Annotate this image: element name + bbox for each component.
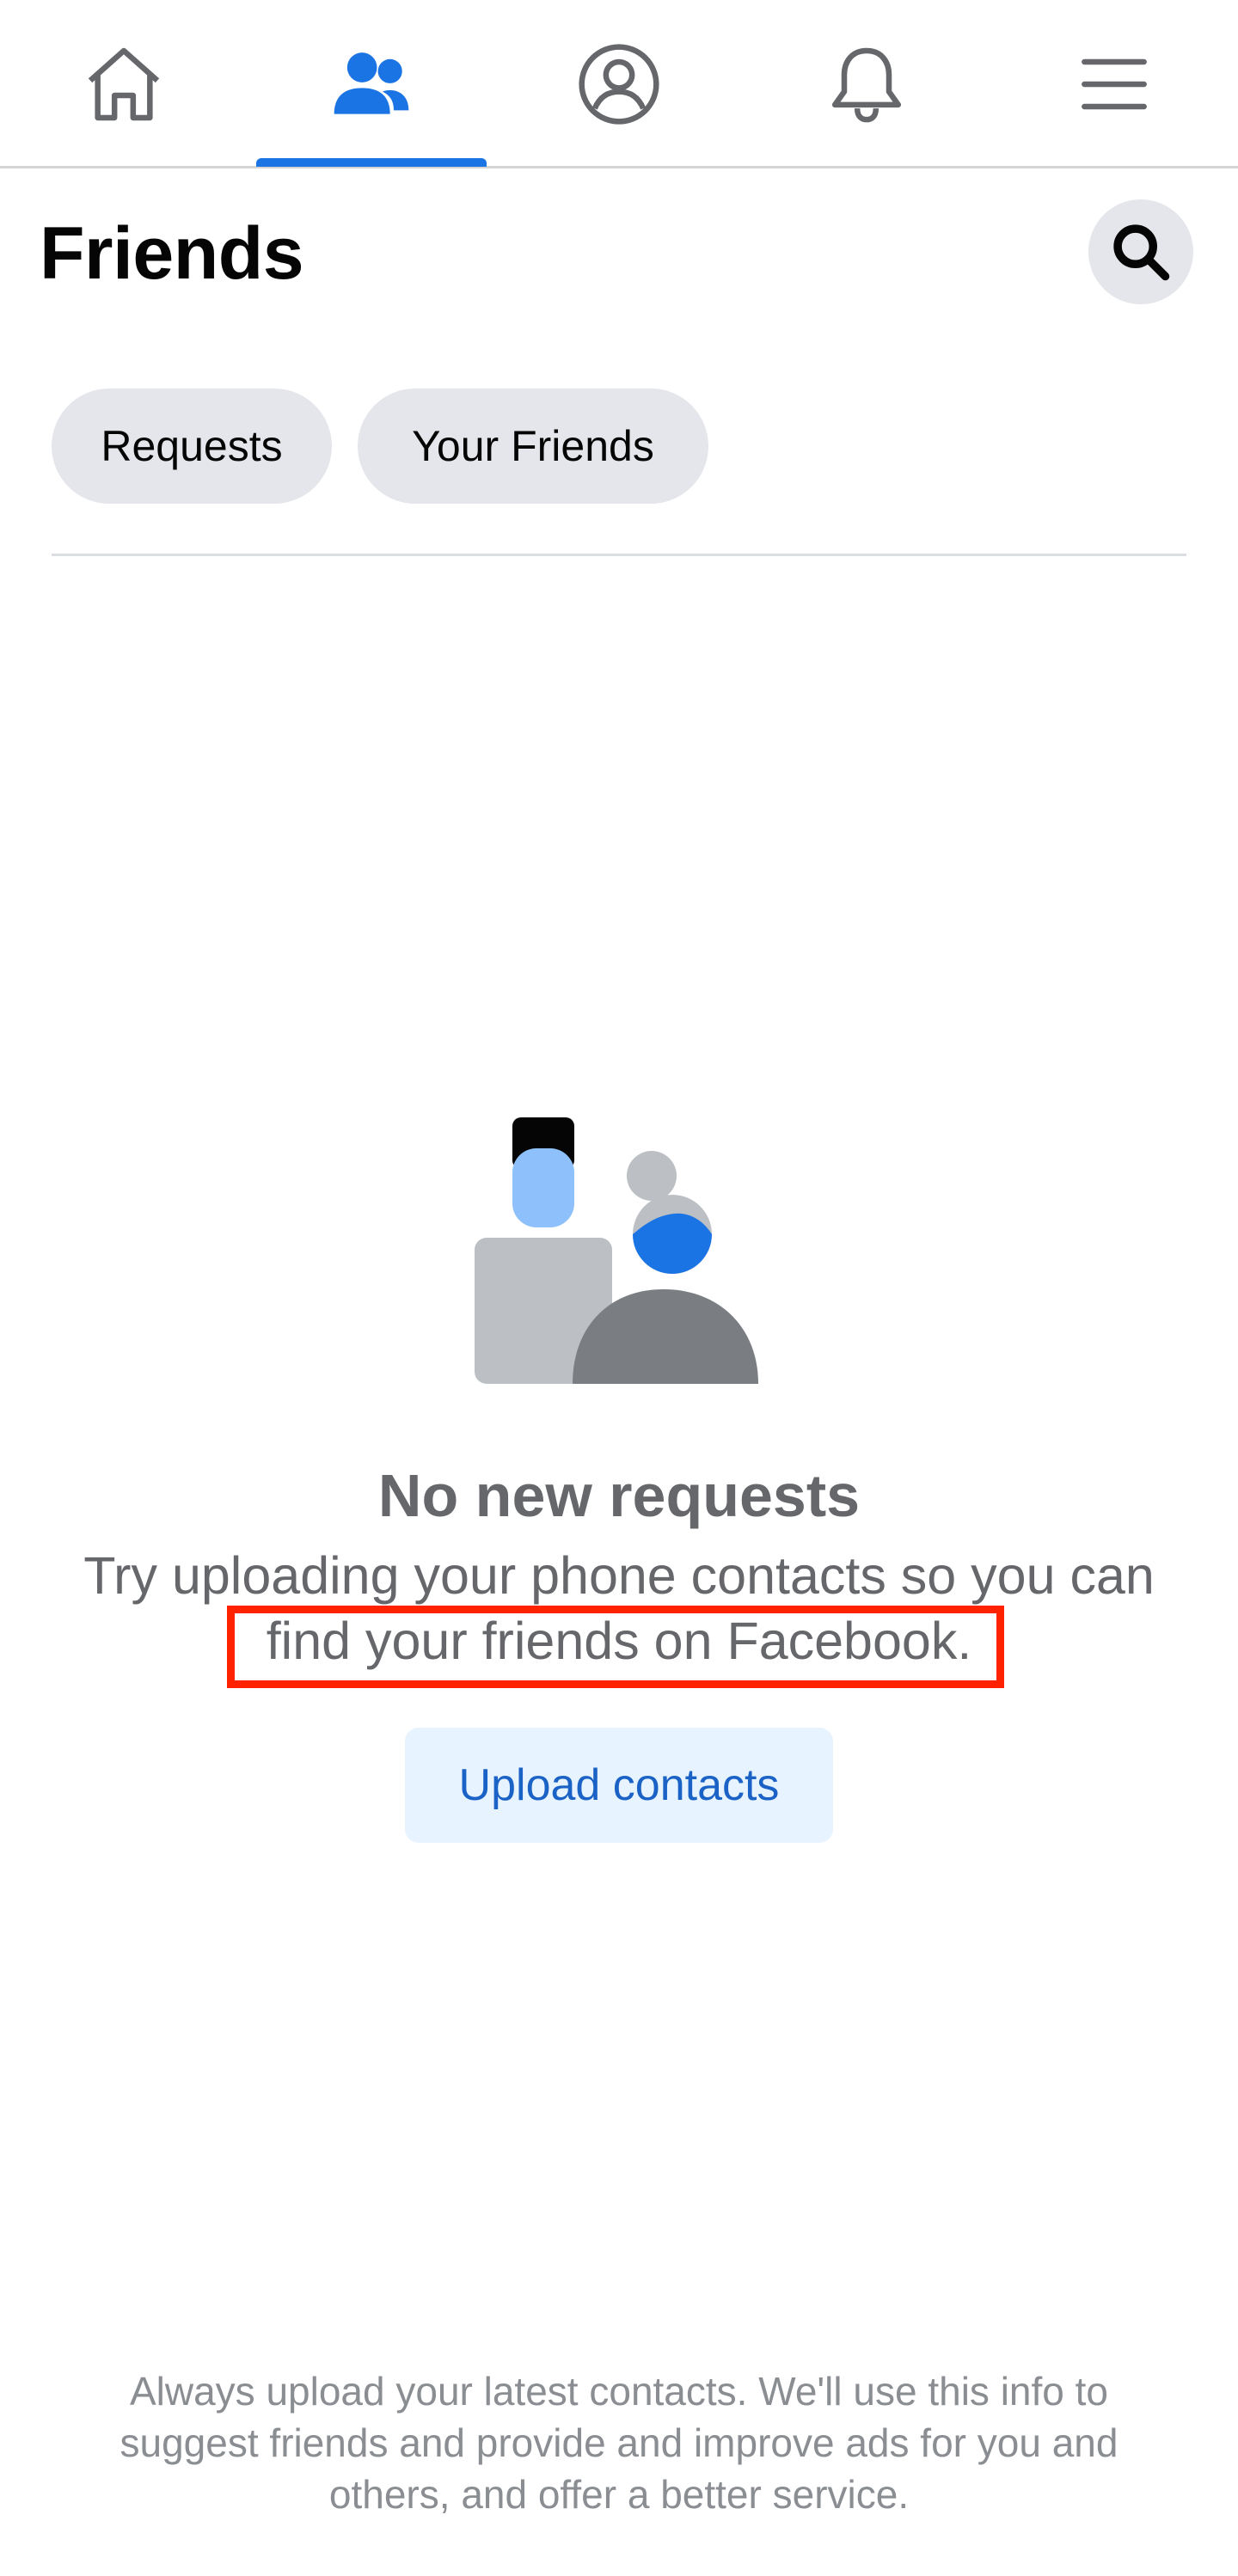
nav-home-tab[interactable] [9, 0, 239, 168]
people-illustration [475, 1117, 758, 1384]
nav-menu-tab[interactable] [999, 0, 1229, 168]
nav-profile-tab[interactable] [504, 0, 734, 168]
bell-icon [831, 47, 902, 123]
footer-note: Always upload your latest contacts. We'l… [120, 2369, 1118, 2517]
empty-state-description: Try uploading your phone contacts so you… [83, 1546, 1155, 1670]
requests-tab[interactable]: Requests [52, 389, 332, 504]
search-icon [1113, 224, 1170, 281]
home-icon [88, 47, 160, 121]
your-friends-tab[interactable]: Your Friends [358, 389, 708, 504]
profile-icon [579, 44, 659, 125]
empty-state-title: No new requests [377, 1462, 861, 1529]
active-tab-indicator [256, 158, 487, 167]
upload-contacts-button[interactable]: Upload contacts [405, 1728, 833, 1843]
hamburger-menu-icon [1082, 58, 1147, 110]
nav-notifications-tab[interactable] [751, 0, 982, 168]
top-navigation-bar [0, 0, 1238, 168]
divider [52, 554, 1186, 556]
search-button[interactable] [1088, 199, 1193, 304]
page-title: Friends [40, 212, 304, 295]
friends-icon [334, 52, 409, 114]
nav-friends-tab[interactable] [256, 0, 487, 168]
